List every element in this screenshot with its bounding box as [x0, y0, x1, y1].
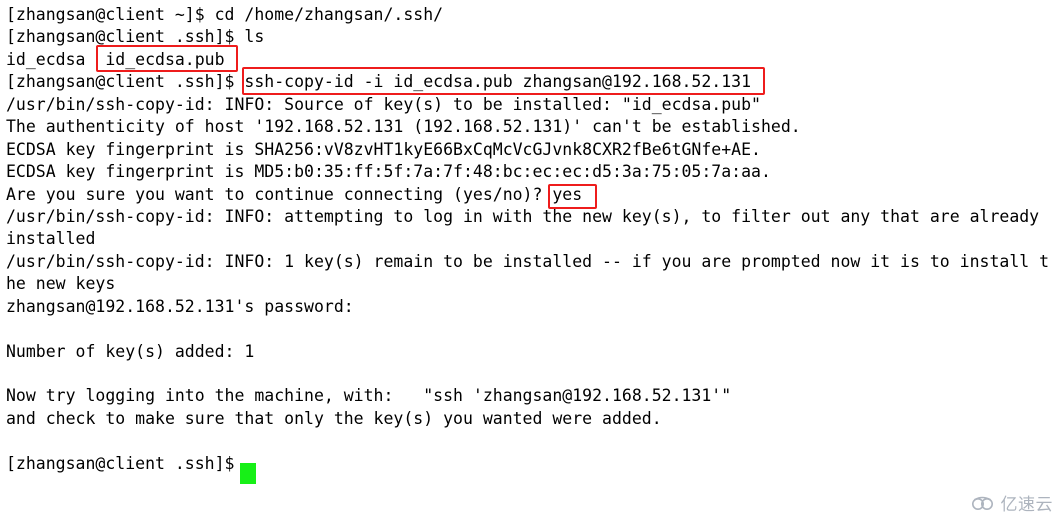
terminal-line: [zhangsan@client .ssh]$ ssh-copy-id -i i… [6, 72, 752, 92]
terminal-line: /usr/bin/ssh-copy-id: INFO: Source of ke… [6, 94, 761, 114]
terminal-line: /usr/bin/ssh-copy-id: INFO: attempting t… [6, 206, 1040, 226]
terminal-cursor [240, 463, 256, 484]
cloud-icon [971, 495, 997, 511]
terminal-line: installed [6, 229, 96, 249]
terminal-line: id_ecdsa id_ecdsa.pub [6, 49, 225, 69]
terminal-output[interactable]: [zhangsan@client ~]$ cd /home/zhangsan/.… [6, 4, 1063, 475]
terminal-line: Are you sure you want to continue connec… [6, 184, 583, 204]
terminal-line: The authenticity of host '192.168.52.131… [6, 117, 801, 137]
terminal-line: Number of key(s) added: 1 [6, 341, 255, 361]
terminal-window: [zhangsan@client ~]$ cd /home/zhangsan/.… [0, 0, 1063, 523]
terminal-line: [zhangsan@client ~]$ cd /home/zhangsan/.… [6, 5, 444, 24]
watermark: 亿速云 [971, 490, 1054, 515]
terminal-line: and check to make sure that only the key… [6, 408, 662, 428]
terminal-line: ECDSA key fingerprint is SHA256:vV8zvHT1… [6, 139, 761, 159]
terminal-line: [zhangsan@client .ssh]$ ls [6, 27, 265, 47]
terminal-line: he new keys [6, 274, 116, 294]
terminal-line: /usr/bin/ssh-copy-id: INFO: 1 key(s) rem… [6, 251, 1050, 271]
watermark-text: 亿速云 [1000, 495, 1053, 515]
terminal-line: ECDSA key fingerprint is MD5:b0:35:ff:5f… [6, 162, 771, 182]
terminal-line: [zhangsan@client .ssh]$ [6, 453, 245, 473]
terminal-line: zhangsan@192.168.52.131's password: [6, 296, 354, 316]
terminal-line: Now try logging into the machine, with: … [6, 386, 732, 406]
